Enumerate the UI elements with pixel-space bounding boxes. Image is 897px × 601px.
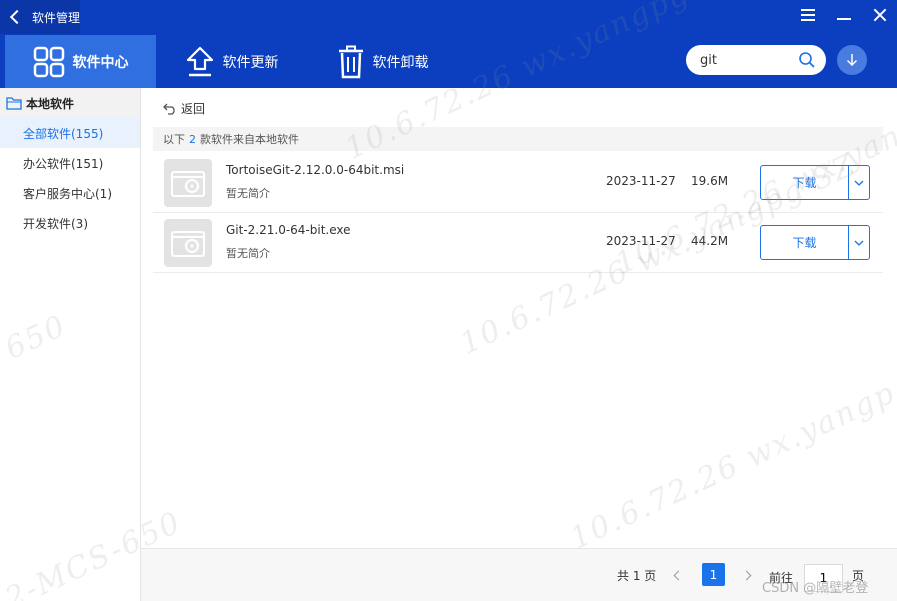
app-name: TortoiseGit-2.12.0.0-64bit.msi: [226, 163, 405, 177]
summary-prefix: 以下: [163, 133, 185, 146]
next-page-button[interactable]: [736, 564, 756, 586]
page-total: 共 1 页: [617, 569, 657, 583]
main-content: 返回 以下 2 款软件来自本地软件 TortoiseGit-2.12.0.0-6…: [141, 88, 897, 548]
download-button[interactable]: 下载: [760, 225, 849, 260]
back-link[interactable]: 返回: [163, 100, 205, 117]
main-tabs: 软件中心 软件更新 软件卸载: [5, 35, 458, 88]
app-thumbnail: [164, 219, 212, 267]
trash-icon: [338, 45, 363, 78]
sidebar-item-development[interactable]: 开发软件(3): [0, 208, 140, 238]
back-label: 返回: [181, 102, 206, 116]
download-dropdown[interactable]: [848, 165, 870, 200]
download-arrow-icon: [846, 54, 858, 67]
sidebar-header-label: 本地软件: [26, 96, 75, 111]
sidebar-header[interactable]: 本地软件: [0, 88, 140, 118]
page-unit-label: 页: [852, 569, 865, 583]
list-item: Git-2.21.0-64-bit.exe 暂无简介 2023-11-27 44…: [153, 213, 883, 273]
chevron-left-icon: [673, 570, 683, 580]
minimize-icon[interactable]: [835, 6, 853, 24]
app-thumbnail: [164, 159, 212, 207]
app-description: 暂无简介: [226, 187, 270, 200]
installer-icon: [171, 231, 205, 257]
pagination-bar: 共 1 页 1 前往 页: [141, 548, 897, 601]
search-box: [686, 45, 826, 75]
sidebar-item-label: 开发软件(3): [23, 216, 88, 231]
chevron-down-icon: [854, 180, 864, 186]
result-count: 2: [189, 132, 196, 146]
sidebar-item-label: 客户服务中心(1): [23, 186, 112, 201]
upload-arrow-icon: [186, 46, 213, 76]
window-controls: [799, 6, 889, 24]
sidebar-item-all[interactable]: 全部软件(155): [0, 118, 140, 148]
sidebar-item-office[interactable]: 办公软件(151): [0, 148, 140, 178]
tab-software-center[interactable]: 软件中心: [5, 35, 156, 88]
result-summary: 以下 2 款软件来自本地软件: [153, 127, 883, 151]
chevron-right-icon: [741, 570, 751, 580]
sidebar-item-label: 办公软件(151): [23, 156, 104, 171]
menu-icon[interactable]: [799, 6, 817, 24]
app-description: 暂无简介: [226, 247, 270, 260]
app-date: 2023-11-27: [606, 234, 676, 248]
app-name: Git-2.21.0-64-bit.exe: [226, 223, 351, 237]
summary-suffix: 款软件来自本地软件: [200, 133, 299, 146]
header-bar: 软件管理 软件中心 软件更新 软件卸载 git: [0, 0, 897, 88]
window-title: 软件管理: [32, 10, 81, 25]
close-icon[interactable]: [871, 6, 889, 24]
app-size: 19.6M: [691, 174, 729, 188]
back-chevron-icon[interactable]: [9, 9, 25, 25]
app-date: 2023-11-27: [606, 174, 676, 188]
download-dropdown[interactable]: [848, 225, 870, 260]
goto-page-input[interactable]: [804, 564, 843, 592]
return-arrow-icon: [163, 103, 175, 115]
app-size: 44.2M: [691, 234, 729, 248]
folder-icon: [6, 97, 22, 110]
download-button[interactable]: 下载: [760, 165, 849, 200]
list-item: TortoiseGit-2.12.0.0-64bit.msi 暂无简介 2023…: [153, 153, 883, 213]
search-icon[interactable]: [798, 51, 816, 69]
tab-label: 软件更新: [222, 54, 279, 71]
installer-icon: [171, 171, 205, 197]
download-manager-button[interactable]: [837, 45, 867, 75]
search-input[interactable]: [700, 52, 796, 68]
tab-software-uninstall[interactable]: 软件卸载: [307, 35, 458, 88]
grid-icon: [33, 46, 64, 77]
tab-label: 软件卸载: [372, 54, 429, 71]
tab-label: 软件中心: [72, 54, 129, 71]
sidebar: 本地软件 全部软件(155) 办公软件(151) 客户服务中心(1) 开发软件(…: [0, 88, 141, 601]
title-bar[interactable]: 软件管理: [0, 0, 80, 34]
goto-label: 前往: [769, 571, 794, 585]
sidebar-item-customer-service[interactable]: 客户服务中心(1): [0, 178, 140, 208]
sidebar-item-label: 全部软件(155): [23, 126, 104, 141]
chevron-down-icon: [854, 240, 864, 246]
page-number-current[interactable]: 1: [702, 563, 725, 586]
tab-software-update[interactable]: 软件更新: [156, 35, 307, 88]
prev-page-button[interactable]: [668, 564, 688, 586]
